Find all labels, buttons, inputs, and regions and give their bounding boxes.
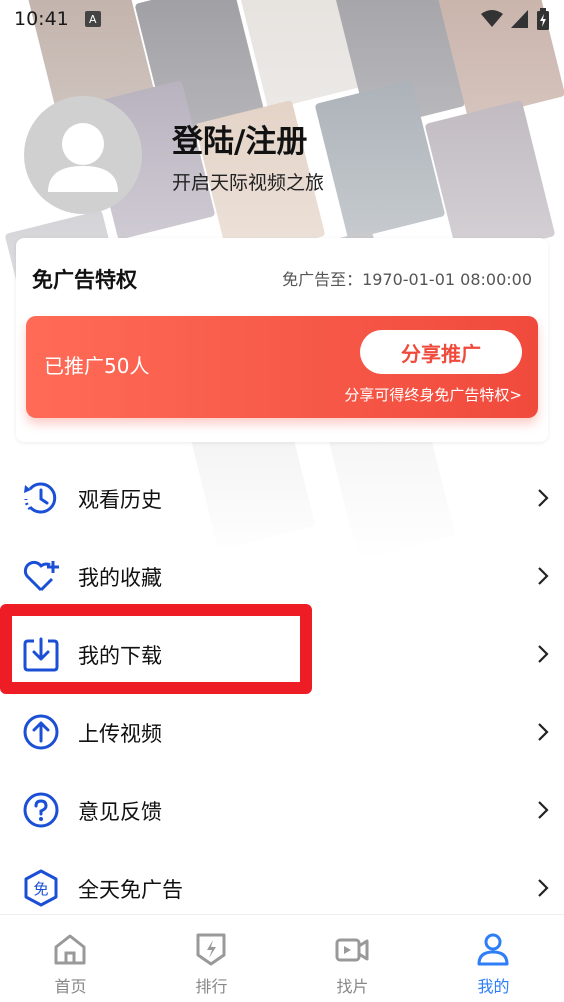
nav-tab-label: 首页 — [54, 977, 87, 996]
nav-tab-label: 我的 — [477, 977, 510, 996]
svg-text:免: 免 — [33, 880, 48, 898]
nav-tab-home[interactable]: 首页 — [0, 915, 141, 1002]
ad-free-expire: 免广告至：1970-01-01 08:00:00 — [282, 270, 532, 289]
share-promote-button[interactable]: 分享推广 — [360, 330, 522, 374]
menu-item-downloads[interactable]: 我的下载 — [0, 614, 564, 692]
menu-item-label: 意见反馈 — [78, 800, 162, 824]
status-bar: 10:41 A — [0, 0, 564, 38]
ranking-icon — [196, 933, 226, 966]
nav-tab-find[interactable]: 找片 — [282, 915, 423, 1002]
nav-tab-label: 找片 — [336, 977, 369, 996]
history-icon — [22, 479, 60, 517]
promo-hint-link[interactable]: 分享可得终身免广告特权> — [344, 384, 522, 405]
menu-item-upload-video[interactable]: 上传视频 — [0, 692, 564, 770]
promo-count: 已推广50人 — [44, 354, 150, 378]
chevron-right-icon — [538, 567, 549, 585]
video-camera-icon — [335, 938, 369, 962]
profile-icon — [477, 933, 509, 966]
chevron-right-icon — [538, 801, 549, 819]
home-icon — [54, 934, 86, 965]
status-time: 10:41 — [14, 8, 69, 30]
menu-item-feedback[interactable]: 意见反馈 — [0, 770, 564, 848]
avatar[interactable] — [24, 96, 142, 214]
nav-tab-mine[interactable]: 我的 — [423, 915, 564, 1002]
ad-free-icon: 免 — [22, 869, 60, 907]
wifi-icon — [481, 10, 503, 27]
upload-icon — [22, 713, 60, 751]
promo-banner: 已推广50人 分享推广 分享可得终身免广告特权> — [26, 316, 538, 418]
keyboard-indicator-icon: A — [84, 11, 101, 27]
signal-icon — [511, 10, 528, 28]
chevron-right-icon — [538, 723, 549, 741]
chevron-right-icon — [538, 645, 549, 663]
menu-item-label: 观看历史 — [78, 488, 162, 512]
menu-item-favorites[interactable]: 我的收藏 — [0, 536, 564, 614]
bottom-nav: 首页 排行 找片 我的 — [0, 914, 564, 1002]
profile-subtitle: 开启天际视频之旅 — [172, 172, 325, 194]
chevron-right-icon — [538, 489, 549, 507]
download-icon — [22, 635, 60, 673]
nav-tab-ranking[interactable]: 排行 — [141, 915, 282, 1002]
chevron-right-icon — [538, 879, 549, 897]
menu-item-watch-history[interactable]: 观看历史 — [0, 458, 564, 536]
ad-free-title: 免广告特权 — [32, 268, 137, 292]
battery-icon — [537, 8, 549, 30]
user-avatar-icon — [48, 123, 118, 192]
feedback-question-icon — [22, 791, 60, 829]
menu-item-label: 我的收藏 — [78, 566, 162, 590]
ad-free-card: 免广告特权 免广告至：1970-01-01 08:00:00 已推广50人 分享… — [16, 238, 548, 442]
menu-item-label: 全天免广告 — [78, 878, 183, 902]
menu-item-label: 我的下载 — [78, 644, 162, 668]
menu-item-label: 上传视频 — [78, 722, 162, 746]
nav-tab-label: 排行 — [195, 977, 228, 996]
login-register-link[interactable]: 登陆/注册 — [172, 116, 307, 161]
favorite-heart-icon — [22, 557, 60, 595]
